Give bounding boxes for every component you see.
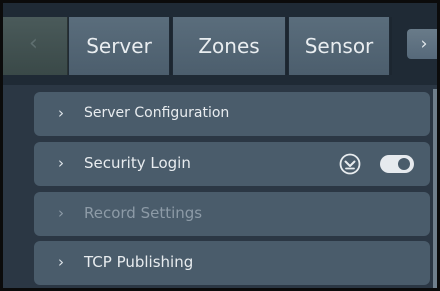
section-label: Security Login — [84, 154, 191, 172]
tab-forward-button[interactable]: › — [407, 29, 437, 59]
tab-divider — [170, 17, 172, 75]
section-label: Server Configuration — [84, 105, 230, 121]
chevron-right-icon: › — [58, 204, 64, 222]
section-server-configuration[interactable]: › Server Configuration — [34, 92, 430, 136]
tab-divider — [286, 17, 288, 75]
tab-bar: ‹ Server Zones Sensor › — [3, 3, 437, 85]
chevron-right-icon: › — [58, 253, 64, 271]
tab-back-button[interactable]: ‹ — [3, 17, 68, 75]
security-login-toggle[interactable] — [380, 155, 414, 173]
section-label: TCP Publishing — [84, 253, 194, 271]
tab-zones[interactable]: Zones — [173, 17, 285, 75]
section-tcp-publishing[interactable]: › TCP Publishing — [34, 241, 430, 285]
toggle-knob — [398, 158, 410, 170]
chevron-left-icon: ‹ — [29, 31, 38, 56]
chevron-right-icon: › — [58, 154, 64, 172]
section-record-settings[interactable]: › Record Settings — [34, 192, 430, 236]
scrollbar[interactable] — [433, 89, 437, 288]
chevron-right-icon: › — [420, 34, 428, 54]
section-security-login[interactable]: › Security Login — [34, 142, 430, 186]
tab-sensor[interactable]: Sensor — [289, 17, 389, 75]
chevron-right-icon: › — [58, 104, 64, 122]
section-label: Record Settings — [84, 204, 203, 222]
tab-sensor-label: Sensor — [304, 34, 374, 58]
chevron-down-circle-icon[interactable] — [339, 153, 361, 175]
tab-divider — [390, 17, 392, 75]
tab-zones-label: Zones — [198, 34, 260, 58]
app-frame: ‹ Server Zones Sensor › › Server Configu… — [0, 0, 440, 291]
tab-server-label: Server — [86, 34, 152, 58]
tab-server[interactable]: Server — [69, 17, 169, 75]
